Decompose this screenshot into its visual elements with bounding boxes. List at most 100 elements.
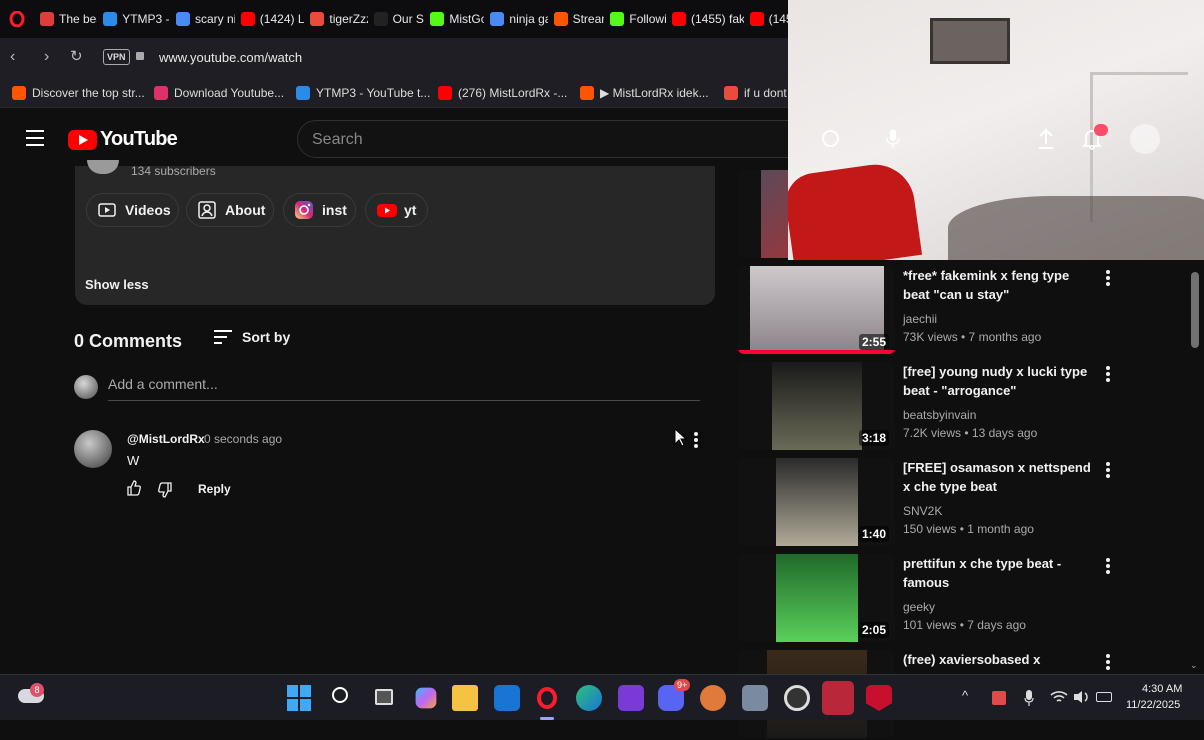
bookmark-item[interactable]: ▶ MistLordRx idek... [580, 85, 722, 100]
video-channel[interactable]: beatsbyinvain [903, 406, 976, 424]
recommended-video[interactable]: 2:55 *free* fakemink x feng type beat "ca… [738, 266, 1178, 356]
opera-logo-icon[interactable] [0, 0, 34, 38]
search-icon[interactable] [822, 130, 839, 147]
menu-icon[interactable] [26, 130, 44, 146]
comment-author[interactable]: @MistLordRx [127, 432, 205, 446]
recording-app-icon[interactable] [784, 685, 810, 711]
opera-taskbar-icon[interactable] [534, 685, 560, 711]
webcam-window-frame [930, 18, 1010, 64]
video-menu-icon[interactable] [1106, 654, 1110, 672]
sort-by-button[interactable]: Sort by [214, 329, 290, 345]
url-field[interactable]: www.youtube.com/watch [159, 50, 302, 65]
copilot-icon[interactable] [415, 687, 437, 709]
show-less-button[interactable]: Show less [85, 277, 149, 292]
outlook-icon[interactable] [494, 685, 520, 711]
comment-author-avatar[interactable] [74, 430, 112, 468]
tab-label: The best [59, 12, 97, 26]
recommended-video[interactable]: 1:40 [FREE] osamason x nettspend x che ty… [738, 458, 1178, 548]
browser-tab[interactable]: The best [34, 6, 97, 32]
video-menu-icon[interactable] [1106, 366, 1110, 384]
clipchamp-icon[interactable] [618, 685, 644, 711]
channel-avatar[interactable] [87, 160, 119, 174]
browser-tab[interactable]: YTMP3 - [97, 6, 170, 32]
channel-link-inst[interactable]: inst [283, 193, 356, 227]
vpn-badge[interactable]: VPN [103, 49, 130, 65]
bookmark-item[interactable]: YTMP3 - YouTube t... [296, 85, 436, 100]
file-explorer-icon[interactable] [452, 685, 478, 711]
browser-tab[interactable]: (1455) [744, 6, 794, 32]
video-title[interactable]: (free) xaviersobased x [903, 650, 1093, 669]
task-view-icon[interactable] [372, 685, 398, 711]
search-input[interactable]: Search [297, 120, 797, 158]
youtube-icon [376, 200, 397, 220]
reload-button[interactable]: ↻ [70, 47, 83, 65]
browser-tab[interactable]: (1424) Lik [235, 6, 304, 32]
video-title[interactable]: prettifun x che type beat - famous [903, 554, 1093, 592]
account-avatar[interactable] [1130, 124, 1160, 154]
channel-link-about[interactable]: About [186, 193, 274, 227]
back-button[interactable]: ‹ [10, 48, 15, 66]
video-thumbnail[interactable]: 2:05 [738, 554, 895, 642]
browser-tab[interactable]: (1455) fakemir [666, 6, 744, 32]
reply-button[interactable]: Reply [198, 482, 231, 496]
video-thumbnail[interactable]: 1:40 [738, 458, 895, 546]
comment-menu-icon[interactable] [694, 432, 698, 450]
channel-link-videos[interactable]: Videos [86, 193, 179, 227]
dislike-icon[interactable] [157, 482, 173, 498]
browser-tab[interactable]: Followi [604, 6, 666, 32]
bookmark-item[interactable]: (276) MistLordRx -... [438, 85, 578, 100]
video-menu-icon[interactable] [1106, 270, 1110, 288]
video-thumbnail[interactable]: 3:18 [738, 362, 895, 450]
add-comment-input[interactable]: Add a comment... [108, 376, 700, 401]
active-window-icon[interactable] [822, 681, 854, 715]
camera-icon[interactable] [742, 685, 768, 711]
mcafee-icon[interactable] [866, 685, 892, 711]
channel-link-yt[interactable]: yt [365, 193, 428, 227]
bookmark-item[interactable]: Download Youtube... [154, 85, 294, 100]
tab-label: Stream c [572, 12, 605, 26]
show-hidden-icons-chevron[interactable]: ^ [962, 688, 968, 703]
bookmark-item[interactable]: Discover the top str... [12, 85, 152, 100]
video-menu-icon[interactable] [1106, 558, 1110, 576]
browser-tab[interactable]: MistGod [424, 6, 484, 32]
clock-date[interactable]: 11/22/2025 [1126, 699, 1180, 711]
video-channel[interactable]: SNV2K [903, 502, 942, 520]
volume-icon[interactable] [1072, 689, 1090, 705]
tab-favicon-icon [373, 12, 388, 26]
add-comment-placeholder: Add a comment... [108, 376, 218, 392]
windows-start-icon[interactable] [287, 685, 313, 711]
create-upload-icon[interactable] [1037, 128, 1055, 150]
browser-tab[interactable]: tigerZzz l [304, 6, 368, 32]
recommended-video[interactable]: 3:18 [free] young nudy x lucki type beat … [738, 362, 1178, 452]
video-title[interactable]: [FREE] osamason x nettspend x che type b… [903, 458, 1093, 496]
scrollbar-thumb[interactable] [1191, 272, 1199, 348]
watch-progress-bar [738, 350, 895, 354]
forward-button[interactable]: › [44, 48, 49, 66]
video-channel[interactable]: jaechii [903, 310, 937, 328]
browser-tab[interactable]: Our Store [368, 6, 424, 32]
video-title[interactable]: [free] young nudy x lucki type beat - "a… [903, 362, 1093, 400]
battery-icon[interactable] [1096, 692, 1112, 702]
scroll-down-arrow[interactable]: ⌄ [1190, 660, 1198, 671]
clock-time[interactable]: 4:30 AM [1142, 683, 1182, 695]
tray-app-icon[interactable] [992, 691, 1006, 705]
youtube-logo[interactable]: YouTube [68, 128, 178, 151]
video-menu-icon[interactable] [1106, 462, 1110, 480]
browser-tab[interactable]: ninja gai [484, 6, 548, 32]
thumbnail-image [775, 554, 858, 642]
video-channel[interactable]: geeky [903, 598, 935, 616]
tray-microphone-icon[interactable] [1024, 689, 1034, 707]
comment-time[interactable]: 0 seconds ago [204, 432, 282, 446]
edge-icon[interactable] [576, 685, 602, 711]
browser-tab[interactable]: Stream c [548, 6, 605, 32]
recommended-video[interactable]: 2:05 prettifun x che type beat - famous ge… [738, 554, 1178, 644]
bookmark-favicon-icon [12, 85, 26, 100]
video-thumbnail[interactable]: 2:55 [738, 266, 895, 354]
app-icon-orange[interactable] [700, 685, 726, 711]
taskbar-search-icon[interactable] [330, 685, 356, 711]
video-title[interactable]: *free* fakemink x feng type beat "can u … [903, 266, 1093, 304]
browser-tab[interactable]: scary ninj [170, 6, 235, 32]
wifi-icon[interactable] [1050, 689, 1068, 705]
like-icon[interactable] [126, 480, 142, 496]
microphone-icon[interactable] [886, 128, 900, 150]
